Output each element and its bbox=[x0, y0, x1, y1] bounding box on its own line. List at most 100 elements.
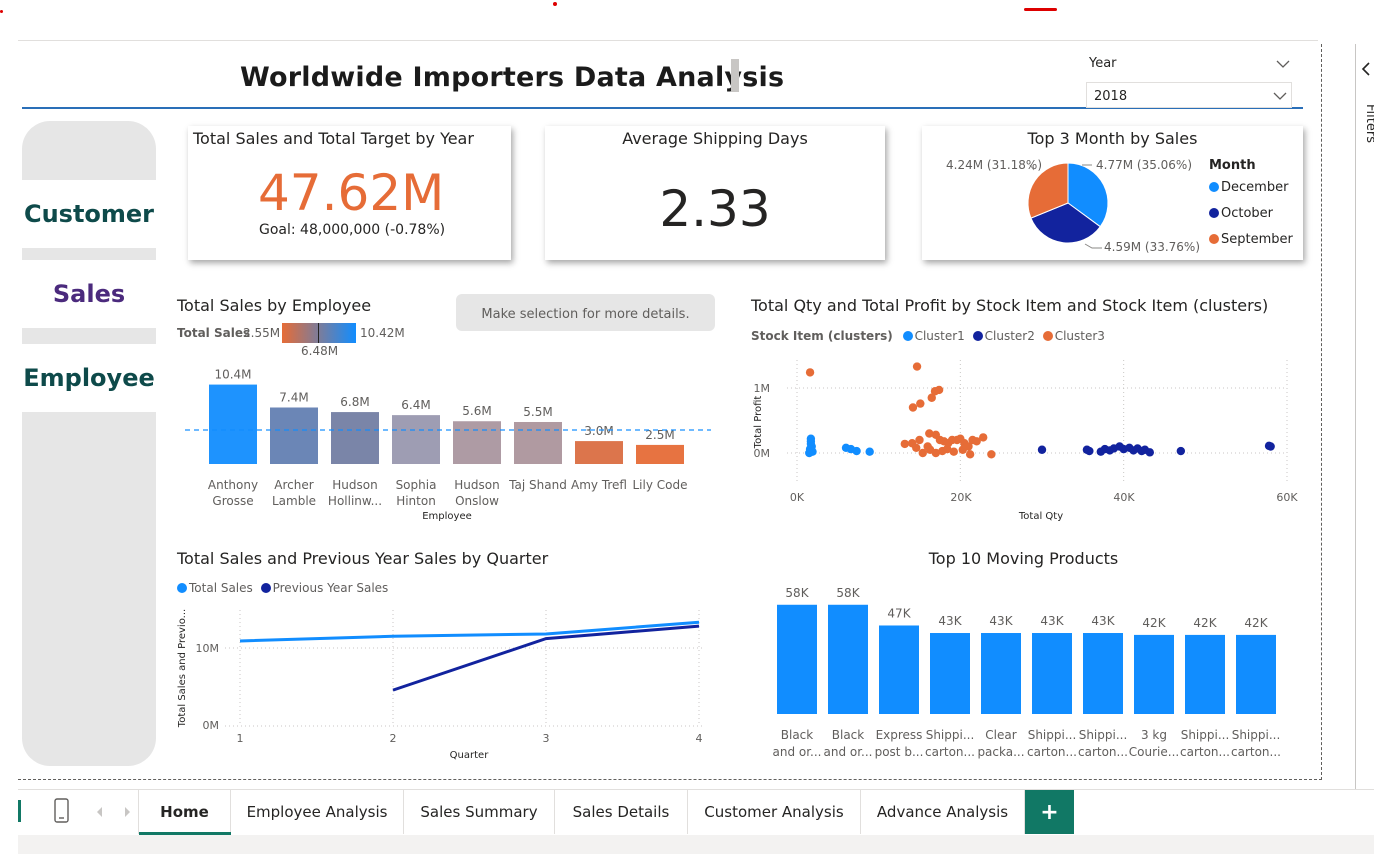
legend-item-september[interactable]: September bbox=[1209, 232, 1293, 247]
scatter-point-cluster1[interactable] bbox=[852, 446, 861, 456]
scatter-point-cluster3[interactable] bbox=[965, 450, 975, 459]
bar[interactable] bbox=[1236, 634, 1276, 714]
tab-scroll-left-icon[interactable] bbox=[95, 806, 105, 818]
scatter-point-cluster2[interactable] bbox=[1266, 442, 1275, 451]
x-tick-label: Shippi... bbox=[1232, 728, 1281, 742]
legend-item-total-sales[interactable]: Total Sales bbox=[177, 581, 253, 595]
tab-label: Sales Summary bbox=[420, 803, 538, 821]
scatter-point-cluster1[interactable] bbox=[865, 447, 874, 456]
legend-item-october[interactable]: October bbox=[1209, 206, 1273, 221]
scatter-point-cluster3[interactable] bbox=[949, 447, 958, 456]
tab-employee-analysis[interactable]: Employee Analysis bbox=[231, 790, 404, 834]
quarter-xtick: 4 bbox=[696, 732, 703, 745]
tab-scroll-right-icon[interactable] bbox=[122, 806, 132, 818]
bar[interactable] bbox=[514, 422, 562, 464]
bar[interactable] bbox=[828, 604, 868, 714]
legend-label: October bbox=[1221, 206, 1274, 221]
slicer-collapse-chevron-icon[interactable] bbox=[1276, 59, 1290, 69]
bar[interactable] bbox=[879, 625, 919, 714]
filters-label[interactable]: Filters bbox=[1363, 104, 1374, 143]
top3-month-card[interactable]: Top 3 Month by Sales 4.77M (35.06%) 4.59… bbox=[922, 126, 1303, 260]
bar[interactable] bbox=[636, 444, 684, 464]
tab-advance-analysis[interactable]: Advance Analysis bbox=[861, 790, 1025, 834]
scatter-point-cluster3[interactable] bbox=[908, 403, 918, 412]
bar-data-label: 43K bbox=[938, 614, 962, 628]
employee-bar-chart[interactable]: 10.4M Anthony Grosse 7.4M Archer Lamble 6.8M Hu… bbox=[177, 360, 717, 525]
nav-sales-label: Sales bbox=[52, 280, 126, 308]
year-slicer-dropdown[interactable]: 2018 bbox=[1086, 82, 1292, 108]
year-slicer-label: Year bbox=[1089, 56, 1117, 71]
bar[interactable] bbox=[1032, 633, 1072, 714]
legend-item-december[interactable]: December bbox=[1209, 180, 1288, 195]
pie-label-december: 4.77M (35.06%) bbox=[1096, 158, 1192, 172]
filters-pane[interactable]: Filters bbox=[1355, 44, 1374, 790]
gradient-max-label: 10.42M bbox=[360, 326, 405, 340]
bar[interactable] bbox=[575, 441, 623, 464]
quarter-chart-title: Total Sales and Previous Year Sales by Q… bbox=[177, 549, 549, 568]
tab-home[interactable]: Home bbox=[138, 790, 231, 835]
scatter-point-cluster2[interactable] bbox=[1037, 445, 1047, 454]
tab-sales-details[interactable]: Sales Details bbox=[555, 790, 688, 834]
kpi-shipping-card[interactable]: Average Shipping Days 2.33 bbox=[545, 126, 885, 260]
scatter-point-cluster3[interactable] bbox=[912, 362, 922, 371]
top10-bar-chart[interactable]: 58K Black and or... 58K Black and or... 47K Exp… bbox=[770, 575, 1285, 765]
nav-customer-button[interactable]: Customer bbox=[22, 180, 156, 248]
legend-item-cluster2[interactable]: Cluster2 bbox=[972, 329, 1035, 343]
bar[interactable] bbox=[981, 633, 1021, 714]
scatter-point-cluster3[interactable] bbox=[912, 443, 921, 452]
scatter-point-cluster2[interactable] bbox=[1176, 446, 1186, 456]
scatter-point-cluster3[interactable] bbox=[958, 445, 967, 454]
employee-chart-title: Total Sales by Employee bbox=[177, 296, 372, 315]
scatter-point-cluster3[interactable] bbox=[915, 435, 924, 445]
quarter-line-chart[interactable]: 10M 0M 1 2 3 4 Quarter Total Sales and P… bbox=[177, 600, 707, 765]
scatter-point-cluster3[interactable] bbox=[934, 385, 944, 395]
bar[interactable] bbox=[1185, 634, 1225, 714]
bar[interactable] bbox=[1083, 633, 1123, 714]
bar[interactable] bbox=[209, 384, 257, 464]
nav-employee-button[interactable]: Employee bbox=[22, 344, 156, 412]
legend-item-previous-year-sales[interactable]: Previous Year Sales bbox=[260, 581, 388, 595]
gradient-mid-label: 6.48M bbox=[301, 344, 339, 358]
quarter-y-axis-title: Total Sales and Previo... bbox=[177, 609, 188, 728]
x-tick-label: Taj Shand bbox=[508, 478, 567, 492]
top10-title: Top 10 Moving Products bbox=[928, 549, 1119, 568]
tab-label: Sales Details bbox=[572, 803, 670, 821]
selection-hint-button[interactable]: Make selection for more details. bbox=[456, 294, 715, 331]
x-tick-label: Amy Trefl bbox=[571, 478, 627, 492]
add-page-button[interactable]: + bbox=[1025, 790, 1074, 834]
bar[interactable] bbox=[392, 415, 440, 464]
pie-slices bbox=[1027, 162, 1109, 244]
scatter-point-cluster2[interactable] bbox=[1085, 446, 1094, 456]
bar[interactable] bbox=[1134, 634, 1174, 714]
bar[interactable] bbox=[453, 421, 501, 464]
legend-label: September bbox=[1221, 232, 1293, 247]
scatter-point-cluster3[interactable] bbox=[900, 439, 909, 449]
bar[interactable] bbox=[777, 604, 817, 714]
legend-dot-icon bbox=[260, 583, 271, 593]
scatter-point-cluster2[interactable] bbox=[1145, 448, 1154, 457]
scatter-point-cluster3[interactable] bbox=[805, 368, 815, 377]
scatter-point-cluster3[interactable] bbox=[916, 399, 925, 408]
scatter-xtick: 60K bbox=[1276, 491, 1298, 504]
scatter-point-cluster3[interactable] bbox=[918, 448, 927, 458]
bar-data-label: 42K bbox=[1244, 616, 1268, 630]
x-tick-label: Hollinw... bbox=[328, 494, 382, 508]
pie-label-october: 4.59M (33.76%) bbox=[1104, 240, 1200, 254]
scatter-point-cluster3[interactable] bbox=[987, 450, 996, 459]
tab-sales-summary[interactable]: Sales Summary bbox=[404, 790, 555, 834]
plus-icon: + bbox=[1040, 799, 1059, 825]
tab-customer-analysis[interactable]: Customer Analysis bbox=[688, 790, 861, 834]
mobile-layout-icon[interactable] bbox=[53, 798, 71, 824]
bar[interactable] bbox=[930, 633, 970, 714]
bar[interactable] bbox=[270, 407, 318, 464]
legend-item-cluster3[interactable]: Cluster3 bbox=[1042, 329, 1105, 343]
scatter-chart[interactable]: 1M 0M 0K 20K 40K 60K Total Qty Total Pro… bbox=[751, 352, 1303, 524]
scatter-point-cluster3[interactable] bbox=[979, 433, 988, 442]
bar[interactable] bbox=[331, 412, 379, 464]
kpi-sales-card[interactable]: Total Sales and Total Target by Year 47.… bbox=[188, 126, 511, 260]
legend-item-cluster1[interactable]: Cluster1 bbox=[902, 329, 965, 343]
collapse-chevron-icon[interactable] bbox=[1360, 62, 1372, 76]
nav-sales-button[interactable]: Sales bbox=[22, 260, 156, 328]
scatter-point-cluster1[interactable] bbox=[805, 448, 814, 458]
x-tick-label: Express bbox=[876, 728, 923, 742]
